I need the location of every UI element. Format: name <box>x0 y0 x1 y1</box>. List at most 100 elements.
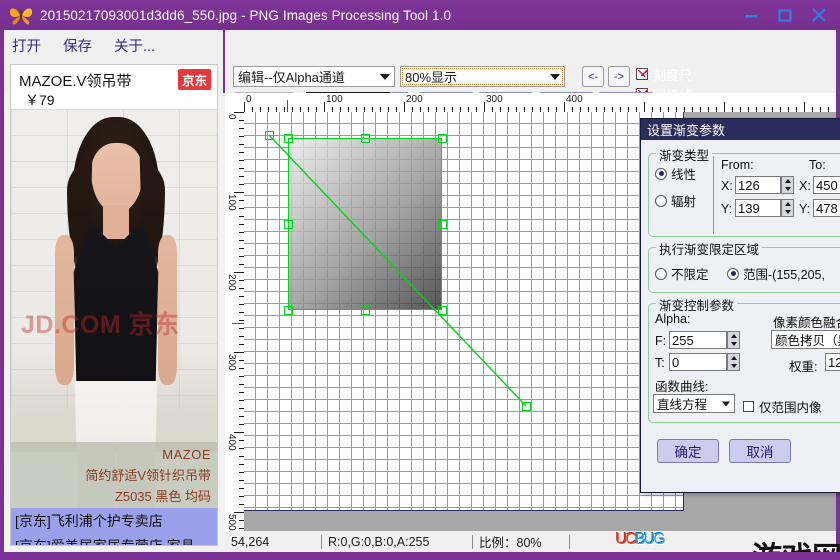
menu-item-open[interactable]: 打开 <box>12 35 41 56</box>
weight-input[interactable]: 128 <box>825 353 840 371</box>
cancel-button[interactable]: 取消 <box>729 439 791 463</box>
weight-label: 权重: <box>789 356 817 375</box>
ruler-tick <box>788 107 789 112</box>
selection-handle-ne[interactable] <box>438 134 447 143</box>
from-x-input[interactable]: 126 <box>735 176 781 194</box>
zoom-combo[interactable]: 80%显示 <box>400 66 565 87</box>
group-gradient-type-legend: 渐变类型 <box>656 145 712 164</box>
ruler-tick <box>564 102 565 112</box>
ruler-tick <box>708 107 709 112</box>
toolbar-divider <box>223 30 225 93</box>
to-x-input[interactable]: 450 <box>813 176 840 194</box>
butterfly-icon <box>8 4 34 26</box>
alpha-f-input[interactable]: 255 <box>669 331 727 349</box>
blend-label: 像素颜色融合 <box>773 312 840 331</box>
to-label: To: <box>809 158 826 172</box>
list-item[interactable]: [京东]爱美居家居专营店,家具 <box>11 533 217 546</box>
ruler-label: 0 <box>246 94 252 105</box>
close-button[interactable] <box>802 0 836 30</box>
chevron-down-icon <box>722 401 730 406</box>
product-preview-panel: MAZOE.V领吊带 ￥79 京东 JD.COM 京东 MAZOE 简约舒适V领… <box>10 64 218 546</box>
ruler-tick <box>772 107 773 112</box>
selection-handle-se[interactable] <box>438 306 447 315</box>
selection-handle-s[interactable] <box>361 306 370 315</box>
selection-handle-w[interactable] <box>284 220 293 229</box>
minimize-button[interactable] <box>734 0 768 30</box>
menu-item-about[interactable]: 关于... <box>114 35 155 56</box>
ruler-tick <box>234 432 244 433</box>
vertical-ruler: 0100200300400500 <box>225 112 244 552</box>
maximize-button[interactable] <box>768 0 802 30</box>
ok-button[interactable]: 确定 <box>657 439 719 463</box>
checkbox-only-range[interactable]: 仅范围内像 <box>743 397 822 416</box>
edit-mode-combo[interactable]: 编辑--仅Alpha通道 <box>233 66 395 87</box>
selection-handle-e[interactable] <box>438 220 447 229</box>
from-y-stepper[interactable] <box>781 199 794 217</box>
status-divider <box>569 535 570 549</box>
menu-item-save[interactable]: 保存 <box>63 35 92 56</box>
radio-range[interactable]: 范围-(155,205, <box>727 264 825 283</box>
nav-next-button[interactable]: -> <box>608 66 630 87</box>
radio-radial[interactable]: 辐射 <box>655 191 696 210</box>
ruler-cursor-marker <box>287 100 288 112</box>
product-header: MAZOE.V领吊带 ￥79 京东 <box>11 65 217 109</box>
nav-prev-button[interactable]: <- <box>582 66 604 87</box>
ruler-tick <box>684 107 685 112</box>
dialog-vertical-divider <box>713 156 714 234</box>
ruler-tick <box>716 107 717 112</box>
ruler-label: 200 <box>406 94 423 105</box>
image-canvas[interactable] <box>244 112 684 511</box>
ruler-tick <box>828 107 829 112</box>
gradient-from-handle[interactable] <box>265 131 274 140</box>
list-item[interactable]: [京东]飞利浦个护专卖店 <box>11 508 217 533</box>
ruler-tick <box>780 107 781 112</box>
ruler-tick <box>324 102 325 112</box>
checkbox-ruler[interactable]: 刻度尺 <box>636 64 692 84</box>
from-y-input[interactable]: 139 <box>735 199 781 217</box>
curve-value: 直线方程 <box>657 394 707 413</box>
from-label: From: <box>721 158 754 172</box>
ruler-label: 300 <box>486 94 503 105</box>
ruler-tick <box>700 107 701 112</box>
blend-combo[interactable]: 颜色拷贝（黑 <box>771 330 840 349</box>
ruler-tick <box>234 112 244 113</box>
ruler-tick <box>484 102 485 112</box>
checkbox-icon <box>636 68 648 80</box>
selection-handle-nw[interactable] <box>284 134 293 143</box>
alpha-t-label: T: <box>655 356 665 370</box>
selection-handle-sw[interactable] <box>284 306 293 315</box>
edit-mode-value: 编辑--仅Alpha通道 <box>238 67 345 86</box>
model-neck <box>103 205 129 239</box>
checkbox-ruler-label: 刻度尺 <box>653 65 692 84</box>
ruler-label: 300 <box>226 354 237 371</box>
to-y-input[interactable]: 478 <box>813 199 840 217</box>
product-title: MAZOE.V领吊带 <box>19 70 132 91</box>
ruler-tick <box>820 107 821 112</box>
selection-rectangle[interactable] <box>288 138 442 310</box>
horizontal-ruler: 0100200300400 <box>244 93 836 112</box>
alpha-label: Alpha: <box>655 312 690 326</box>
gradient-to-handle[interactable] <box>522 402 531 411</box>
product-caption: MAZOE 简约舒适V领针织吊带 Z5035 黑色 均码 <box>11 442 217 508</box>
curve-combo[interactable]: 直线方程 <box>653 394 735 413</box>
caption-line-3: Z5035 黑色 均码 <box>11 486 211 507</box>
selection-handle-n[interactable] <box>361 134 370 143</box>
jd-watermark: JD.COM 京东 <box>21 305 211 341</box>
from-x-stepper[interactable] <box>781 176 794 194</box>
alpha-t-stepper[interactable] <box>727 353 740 371</box>
ruler-label: 200 <box>226 274 237 291</box>
alpha-t-input[interactable]: 0 <box>669 353 727 371</box>
group-gradient-area: 执行渐变限定区域 不限定 范围-(155,205, <box>648 247 840 293</box>
ruler-tick <box>644 102 645 112</box>
radio-linear[interactable]: 线性 <box>655 164 696 183</box>
ruler-label: 100 <box>326 94 343 105</box>
ruler-tick <box>234 272 244 273</box>
alpha-f-stepper[interactable] <box>727 331 740 349</box>
ruler-tick <box>244 102 245 112</box>
ruler-label: 400 <box>226 434 237 451</box>
radio-icon <box>655 268 667 280</box>
radio-range-label: 范围-(155,205, <box>743 264 825 283</box>
ruler-tick <box>764 107 765 112</box>
radio-unlimited[interactable]: 不限定 <box>655 264 709 283</box>
radio-icon <box>727 268 739 280</box>
